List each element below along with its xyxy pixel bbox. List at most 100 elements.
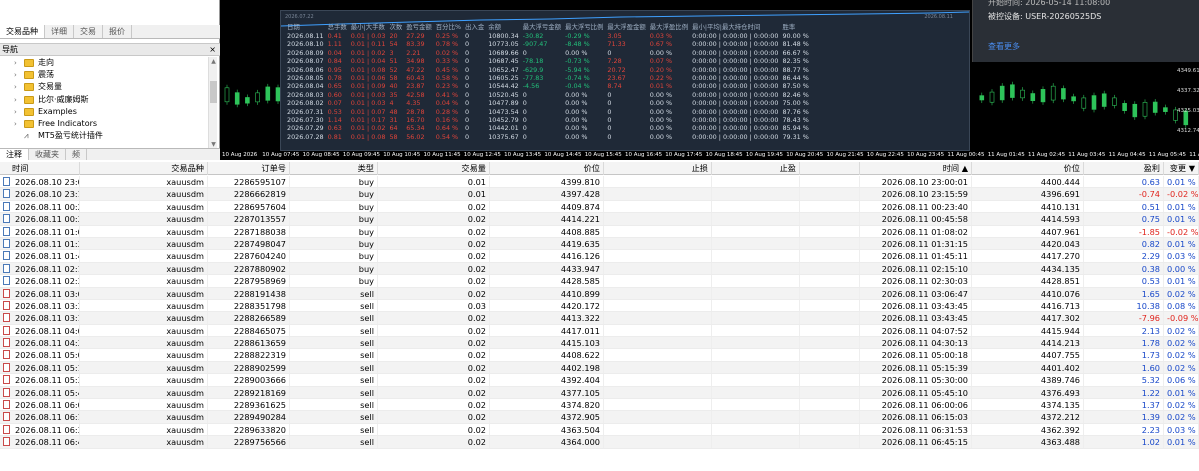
table-row[interactable]: 2026.08.10 23:00:00xauusdm2286595107buy0… [0,176,1199,189]
table-cell [712,399,800,411]
table-cell: 4410.131 [972,200,1084,213]
close-icon[interactable]: × [209,44,216,55]
table-cell: 2286662819 [208,188,290,200]
table-row[interactable]: 2026.08.11 01:45:01xauusdm2287604240buy0… [0,250,1199,263]
table-row[interactable]: 2026.08.11 02:30:00xauusdm2287958969buy0… [0,275,1199,288]
table-row[interactable]: 2026.08.11 06:30:00xauusdm2289633820sell… [0,423,1199,437]
table-row[interactable]: 2026.08.11 01:00:01xauusdm2287188038buy0… [0,225,1199,238]
chevron-right-icon[interactable]: › [14,81,24,93]
scroll-up-icon[interactable]: ▲ [209,57,218,66]
table-row[interactable]: 2026.08.11 05:30:00xauusdm2289003666sell… [0,374,1199,387]
table-row[interactable]: 2026.08.11 05:00:00xauusdm2288822319sell… [0,349,1199,362]
header-close-price[interactable]: 价位 [972,162,1084,175]
table-cell: xauusdm [80,324,208,337]
table-row[interactable]: 2026.08.11 03:30:00xauusdm2288351798sell… [0,299,1199,313]
header-volume[interactable]: 交易量 [378,162,490,175]
navigator-scrollbar[interactable]: ▲ ▼ [208,57,217,149]
stats-cell: -77.83 [522,74,544,83]
navigator-item[interactable]: › 交易量 [0,81,208,93]
table-row[interactable]: 2026.08.11 05:45:00xauusdm2289218169sell… [0,386,1199,400]
stats-cell: 0.00 % [649,107,673,116]
time-axis-label: 10 Aug 21:45 [826,152,864,158]
table-cell: 0.02 % [1164,361,1199,374]
tab-trading[interactable]: 交易 [74,25,103,38]
scroll-thumb[interactable] [210,81,217,103]
stats-cell: 0.03 % [649,32,673,40]
stats-cell: 0 [465,99,470,108]
chevron-right-icon[interactable]: › [14,69,24,81]
table-cell: 4419.635 [490,237,604,250]
tab-symbols[interactable]: 交易品种 [0,25,45,38]
navigator-item[interactable]: › Examples [0,106,208,118]
view-more-link[interactable]: 查看更多 [988,41,1020,52]
navigator-item-label: 走向 [38,58,54,67]
tab-ticks[interactable]: 报价 [103,25,132,38]
table-row[interactable]: 2026.08.10 23:15:00xauusdm2286662819buy0… [0,188,1199,201]
table-row[interactable]: 2026.08.11 06:15:00xauusdm2289490284sell… [0,411,1199,424]
table-row[interactable]: 2026.08.11 03:15:00xauusdm2288266589sell… [0,312,1199,325]
order-doc-icon [3,189,10,199]
table-row[interactable]: 2026.08.11 00:23:21xauusdm2286957604buy0… [0,200,1199,214]
table-row[interactable]: 2026.08.11 04:30:00xauusdm2288613659sell… [0,337,1199,350]
navigator-item[interactable]: › 震荡 [0,69,208,81]
stats-cell: 0.41 [327,32,342,40]
header-change[interactable]: 变更 ▼ [1164,162,1199,175]
table-row[interactable]: 2026.08.11 00:30:00xauusdm2287013557buy0… [0,213,1199,226]
table-row[interactable]: 2026.08.11 04:00:00xauusdm2288465075sell… [0,324,1199,338]
header-symbol[interactable]: 交易品种 [80,162,208,175]
table-cell: 4415.103 [490,337,604,349]
chevron-right-icon[interactable]: › [14,94,24,106]
table-cell: 4400.444 [972,176,1084,188]
stats-cell: 82.35 % [782,57,809,66]
header-close-time[interactable]: 时间 ▲ [860,162,972,175]
stats-cell: 0.00 % [565,90,588,99]
table-cell: 2026.08.11 04:00:00 [0,324,80,337]
price-chart[interactable]: 4349.610 4337.320 4325.030 4312.740 10 A… [220,0,1199,160]
table-row[interactable]: 2026.08.11 01:30:01xauusdm2287498047buy0… [0,237,1199,251]
table-cell: 4401.402 [972,361,1084,374]
chevron-right-icon[interactable]: › [14,106,24,118]
table-row[interactable]: 2026.08.11 06:45:00xauusdm2289756566sell… [0,436,1199,449]
stats-cell: 0 [522,124,527,133]
tab-details[interactable]: 详细 [45,25,74,38]
open-time: 2026.08.11 03:30:00 [15,300,79,311]
header-open-price[interactable]: 价位 [490,162,604,175]
stats-cell: 0:00:00 | 0:00:00 | 0:00:00 [692,107,779,116]
stats-header-cell: 胜率 [782,23,796,31]
time-axis-label: 10 Aug 08:45 [302,152,340,158]
table-cell: 2026.08.11 01:31:15 [860,237,972,250]
table-row[interactable]: 2026.08.11 03:00:00xauusdm2288191438sell… [0,287,1199,300]
header-ticket[interactable]: 订单号 [208,162,290,175]
navigator-item[interactable]: › Free Indicators [0,118,208,130]
table-cell: 2288613659 [208,337,290,349]
tab-common[interactable]: 注释 [0,149,29,160]
header-type[interactable]: 类型 [290,162,378,175]
table-cell: 2288351798 [208,299,290,312]
navigator-item[interactable]: › 比尔·威廉姆斯 [0,94,208,106]
stats-cell: -0.74 % [565,74,590,83]
chevron-right-icon[interactable]: › [14,57,24,69]
navigator-item-label: Examples [38,106,77,116]
stats-cell: 40 [389,82,398,91]
header-take-profit[interactable]: 止盈 [712,162,800,175]
table-cell: 1.22 [1084,386,1164,399]
stats-cell: 0.60 [327,90,342,99]
time-axis-label: 10 Aug 15:45 [584,152,622,158]
table-row[interactable]: 2026.08.11 06:00:00xauusdm2289361625sell… [0,399,1199,412]
header-stop-loss[interactable]: 止损 [604,162,712,175]
header-profit[interactable]: 盈利 [1084,162,1164,175]
table-row[interactable]: 2026.08.11 05:15:00xauusdm2288902599sell… [0,361,1199,375]
stats-cell: 2026.08.02 [287,99,324,108]
table-cell: 0.02 [378,386,490,399]
navigator-item[interactable]: ⩘ MT5盈亏统计插件 [0,130,208,142]
table-cell [604,374,712,386]
header-open-time[interactable]: 时间 [0,162,80,175]
table-row[interactable]: 2026.08.11 02:15:00xauusdm2287880902buy0… [0,262,1199,276]
stats-cell: 0.07 % [649,57,673,66]
navigator-item[interactable]: › 走向 [0,57,208,69]
tab-favorites[interactable]: 收藏夹 [29,149,66,160]
open-time: 2026.08.11 05:15:00 [15,362,79,373]
time-axis-label: 11 Aug 04:45 [1108,152,1146,158]
tab-frequency[interactable]: 频 [66,149,87,160]
chevron-right-icon[interactable]: › [14,118,24,130]
